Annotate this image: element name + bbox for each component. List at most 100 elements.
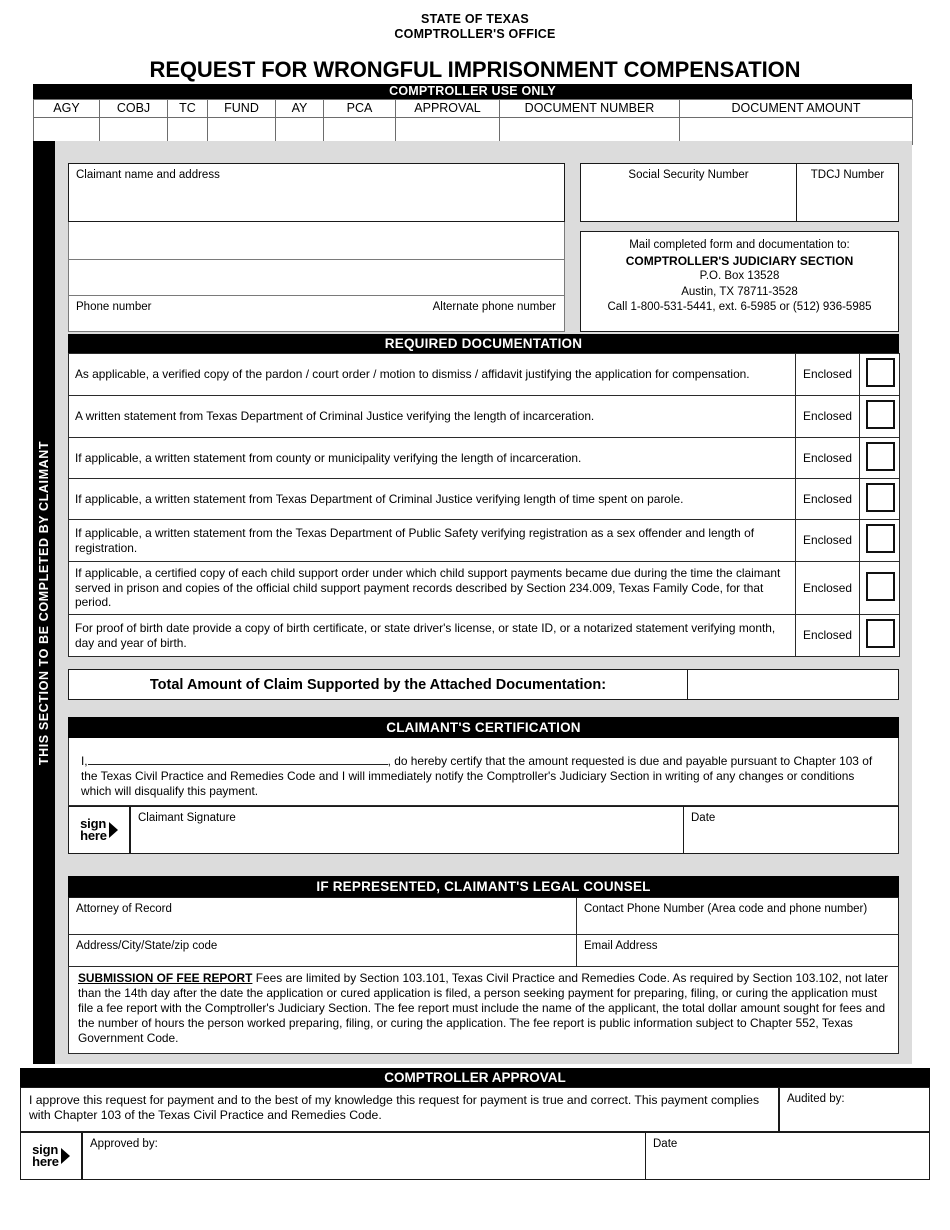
req-doc-text-4: If applicable, a written statement from …: [68, 478, 796, 520]
total-amount-row: Total Amount of Claim Supported by the A…: [68, 669, 899, 700]
ssn-field[interactable]: Social Security Number: [581, 164, 797, 221]
checkbox-icon[interactable]: [866, 524, 895, 554]
audited-by-label: Audited by:: [787, 1093, 845, 1105]
req-doc-enclosed-7: Enclosed: [795, 614, 860, 657]
phone-number-label: Phone number: [76, 301, 152, 313]
sign-here-stamp-approval: sign here: [20, 1132, 82, 1180]
mailing-po-box: P.O. Box 13528: [699, 270, 780, 282]
approved-by-row: Approved by: Date: [82, 1132, 930, 1180]
checkbox-icon[interactable]: [866, 571, 895, 601]
tdcj-label: TDCJ Number: [810, 169, 885, 181]
contact-phone-field[interactable]: Contact Phone Number (Area code and phon…: [577, 898, 898, 934]
col-approval: APPROVAL: [395, 99, 500, 118]
attorney-address-label: Address/City/State/zip code: [76, 940, 218, 952]
sign-here-line2: here: [32, 1154, 59, 1169]
sign-here-stamp-claimant: sign here: [68, 806, 130, 854]
claimant-name-address-field[interactable]: Claimant name and address: [68, 163, 565, 222]
state-heading: STATE OF TEXAS: [421, 12, 529, 26]
table-row: If applicable, a written statement from …: [68, 519, 900, 562]
comptroller-approval-statement: I approve this request for payment and t…: [29, 1093, 760, 1122]
claimant-section-sidebar: THIS SECTION TO BE COMPLETED BY CLAIMANT: [33, 141, 55, 1064]
claimant-panel-inner: Claimant name and address Phone number A…: [55, 141, 912, 1064]
approval-date-field[interactable]: Date: [646, 1133, 929, 1179]
req-doc-enclosed-3: Enclosed: [795, 437, 860, 479]
required-documentation-bar: REQUIRED DOCUMENTATION: [68, 334, 899, 353]
form-title: REQUEST FOR WRONGFUL IMPRISONMENT COMPEN…: [149, 57, 801, 82]
req-doc-text-3: If applicable, a written statement from …: [68, 437, 796, 479]
req-doc-checkbox-cell-1[interactable]: [859, 353, 900, 396]
req-doc-checkbox-cell-4[interactable]: [859, 478, 900, 520]
req-doc-checkbox-cell-7[interactable]: [859, 614, 900, 657]
col-document-amount: DOCUMENT AMOUNT: [679, 99, 913, 118]
attorney-of-record-field[interactable]: Attorney of Record: [69, 898, 577, 934]
col-pca: PCA: [323, 99, 396, 118]
col-agy: AGY: [33, 99, 100, 118]
comptroller-use-only-table: AGY COBJ TC FUND AY PCA APPROVAL DOCUMEN…: [33, 99, 913, 145]
table-row: If applicable, a written statement from …: [68, 437, 900, 479]
checkbox-icon[interactable]: [866, 358, 895, 388]
form-page: STATE OF TEXAS COMPTROLLER'S OFFICE REQU…: [0, 0, 950, 1230]
ssn-label: Social Security Number: [628, 169, 749, 181]
checkbox-icon[interactable]: [866, 400, 895, 430]
certification-body: I,, do hereby certify that the amount re…: [68, 738, 899, 806]
claimant-phone-field[interactable]: Phone number Alternate phone number: [68, 296, 565, 332]
approval-date-label: Date: [653, 1138, 678, 1150]
claimant-certification-bar: CLAIMANT'S CERTIFICATION: [68, 717, 899, 738]
required-documentation-table: As applicable, a verified copy of the pa…: [68, 353, 900, 657]
certification-lead-in: I,: [81, 754, 88, 768]
table-row: If applicable, a written statement from …: [68, 478, 900, 520]
checkbox-icon[interactable]: [866, 482, 895, 512]
claimant-name-address-label: Claimant name and address: [76, 169, 220, 181]
checkbox-icon[interactable]: [866, 619, 895, 649]
comptroller-approval-statement-row: I approve this request for payment and t…: [20, 1087, 930, 1132]
req-doc-enclosed-2: Enclosed: [795, 395, 860, 438]
fee-report-box: SUBMISSION OF FEE REPORT Fees are limite…: [68, 966, 899, 1054]
claimant-signature-field[interactable]: Claimant Signature: [131, 807, 684, 853]
attorney-address-field[interactable]: Address/City/State/zip code: [69, 935, 577, 966]
claimant-signature-label: Claimant Signature: [138, 812, 236, 824]
req-doc-checkbox-cell-3[interactable]: [859, 437, 900, 479]
attorney-email-label: Email Address: [584, 940, 658, 952]
total-amount-label: Total Amount of Claim Supported by the A…: [69, 670, 688, 699]
req-doc-checkbox-cell-5[interactable]: [859, 519, 900, 562]
claimant-address-line3-field[interactable]: [68, 260, 565, 296]
col-tc: TC: [167, 99, 208, 118]
attorney-of-record-label: Attorney of Record: [76, 903, 172, 915]
col-fund: FUND: [207, 99, 276, 118]
attorney-row: Attorney of Record Contact Phone Number …: [68, 897, 899, 934]
table-row: For proof of birth date provide a copy o…: [68, 614, 900, 657]
req-doc-enclosed-1: Enclosed: [795, 353, 860, 396]
mailing-city-state-zip: Austin, TX 78711-3528: [681, 285, 798, 298]
checkbox-icon[interactable]: [866, 441, 895, 471]
req-doc-enclosed-6: Enclosed: [795, 561, 860, 615]
contact-phone-label: Contact Phone Number (Area code and phon…: [584, 903, 868, 915]
req-doc-text-7: For proof of birth date provide a copy o…: [68, 614, 796, 657]
table-header-row: AGY COBJ TC FUND AY PCA APPROVAL DOCUMEN…: [33, 99, 913, 118]
req-doc-text-6: If applicable, a certified copy of each …: [68, 561, 796, 615]
sidebar-label: THIS SECTION TO BE COMPLETED BY CLAIMANT: [37, 440, 51, 765]
office-heading: COMPTROLLER'S OFFICE: [394, 27, 556, 41]
divider: [778, 1088, 780, 1131]
arrow-right-icon: [108, 822, 118, 838]
tdcj-field[interactable]: TDCJ Number: [797, 164, 898, 221]
legal-counsel-bar: IF REPRESENTED, CLAIMANT'S LEGAL COUNSEL: [68, 876, 899, 897]
attorney-email-field[interactable]: Email Address: [577, 935, 898, 966]
req-doc-checkbox-cell-6[interactable]: [859, 561, 900, 615]
total-amount-value[interactable]: [689, 670, 898, 699]
ssn-tdcj-group: Social Security Number TDCJ Number: [580, 163, 899, 222]
approved-by-field[interactable]: Approved by:: [83, 1133, 646, 1179]
claimant-signature-date-field[interactable]: Date: [684, 807, 898, 853]
mailing-phone: Call 1-800-531-5441, ext. 6-5985 or (512…: [607, 301, 872, 313]
table-row: A written statement from Texas Departmen…: [68, 395, 900, 438]
req-doc-text-1: As applicable, a verified copy of the pa…: [68, 353, 796, 396]
table-row: As applicable, a verified copy of the pa…: [68, 353, 900, 396]
req-doc-enclosed-5: Enclosed: [795, 519, 860, 562]
comptroller-approval-bar: COMPTROLLER APPROVAL: [20, 1068, 930, 1087]
approved-by-label: Approved by:: [90, 1138, 158, 1150]
table-row: If applicable, a certified copy of each …: [68, 561, 900, 615]
fee-report-heading: SUBMISSION OF FEE REPORT: [78, 971, 253, 985]
req-doc-checkbox-cell-2[interactable]: [859, 395, 900, 438]
claimant-address-line2-field[interactable]: [68, 222, 565, 260]
certification-name-blank[interactable]: [87, 752, 388, 765]
mailing-intro: Mail completed form and documentation to…: [629, 239, 850, 251]
